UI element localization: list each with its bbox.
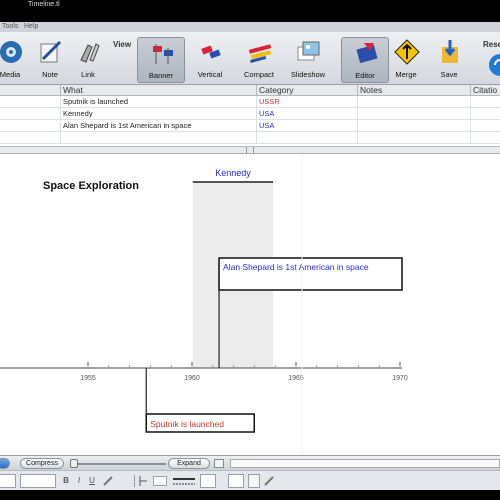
compact-icon <box>248 44 272 64</box>
shape-select[interactable] <box>200 474 216 488</box>
axis-tick-label: 1955 <box>80 375 96 382</box>
save-label: Save <box>440 70 458 79</box>
line-style-icon[interactable] <box>172 475 196 487</box>
window-titlebar: Timeline.tl <box>0 0 500 10</box>
slideshow-label: Slideshow <box>290 70 326 79</box>
compress-button[interactable]: Compress <box>20 458 64 469</box>
menu-bar: Tools Help <box>0 22 500 32</box>
row-what: Sputnik is launched <box>60 96 256 108</box>
save-button[interactable]: Save <box>425 37 473 83</box>
vertical-button[interactable]: Vertical <box>186 37 234 83</box>
row-notes <box>357 96 470 108</box>
font-size-select[interactable] <box>20 474 56 488</box>
scroll-right-icon[interactable] <box>214 459 224 468</box>
pen-icon[interactable] <box>264 476 274 486</box>
underline-button[interactable]: U <box>88 474 96 488</box>
row-citation <box>470 96 500 108</box>
vertical-icon <box>201 45 221 59</box>
row-what: Kennedy <box>60 108 256 120</box>
table-row-empty[interactable] <box>0 132 500 144</box>
zoom-bar: Compress Expand <box>0 455 500 470</box>
divider <box>134 475 135 487</box>
compact-label: Compact <box>243 70 274 79</box>
note-icon <box>40 40 62 63</box>
toolbar: Media Note Link View Banner Vertical Com… <box>0 32 500 85</box>
timeline-svg: Space Exploration Kennedy1955 1960 1965 197… <box>0 154 408 456</box>
upper-event-label: Alan Shepard is 1st American in space <box>223 262 369 272</box>
slideshow-button[interactable]: Slideshow <box>284 37 332 83</box>
axis-tick-label: 1970 <box>392 375 408 382</box>
row-category: USA <box>256 108 357 120</box>
column-header-what[interactable]: What <box>60 85 256 96</box>
banner-label: Banner <box>148 71 174 80</box>
vertical-label: Vertical <box>197 70 223 79</box>
row-citation <box>470 132 500 144</box>
merge-label: Merge <box>395 70 417 79</box>
window-title: Timeline.tl <box>28 1 60 8</box>
editor-icon <box>356 43 378 64</box>
pencil-icon[interactable] <box>103 476 113 486</box>
fill-icon[interactable] <box>248 474 260 488</box>
save-icon <box>442 40 458 63</box>
row-notes <box>357 108 470 120</box>
color-box[interactable] <box>228 474 244 488</box>
row-what: Alan Shepard is 1st American in space <box>60 120 256 132</box>
banner-button[interactable]: Banner <box>137 37 185 83</box>
italic-button[interactable]: I <box>75 474 83 488</box>
row-notes <box>357 132 470 144</box>
table-row[interactable]: Kennedy USA <box>0 108 500 120</box>
window-bottom-edge <box>0 490 500 500</box>
compact-button[interactable]: Compact <box>235 37 283 83</box>
timeline-canvas[interactable]: Space Exploration Kennedy 1955 1960 1965 197… <box>0 153 500 456</box>
row-citation <box>470 120 500 132</box>
border-style-box[interactable] <box>153 476 167 486</box>
reset-button[interactable] <box>478 37 500 83</box>
row-what <box>60 132 256 144</box>
zoom-slider-track[interactable] <box>70 463 166 465</box>
format-bar: B I U <box>0 470 500 490</box>
scroll-left-icon[interactable] <box>0 458 10 469</box>
font-select[interactable] <box>0 474 16 488</box>
row-category: USA <box>256 120 357 132</box>
view-section-label: View <box>113 40 132 49</box>
horizontal-scrollbar[interactable] <box>230 459 500 468</box>
column-header-notes[interactable]: Notes <box>357 85 470 96</box>
align-icon[interactable] <box>138 475 148 487</box>
merge-button[interactable]: Merge <box>382 37 430 83</box>
table-row[interactable]: Alan Shepard is 1st American in space US… <box>0 120 500 132</box>
row-category <box>256 132 357 144</box>
span-label[interactable]: Kennedy <box>215 168 251 178</box>
menu-item-help[interactable]: Help <box>24 22 38 32</box>
event-table: What Category Notes Citatio Sputnik is l… <box>0 85 500 153</box>
table-header: What Category Notes Citatio <box>0 85 500 96</box>
media-icon <box>0 41 22 63</box>
timeline-title: Space Exploration <box>43 180 139 192</box>
merge-icon <box>394 39 420 65</box>
reset-icon <box>489 54 500 76</box>
banner-icon <box>153 44 173 64</box>
link-icon <box>80 43 100 63</box>
link-label: Link <box>81 70 95 79</box>
menu-item-tools[interactable]: Tools <box>2 22 18 32</box>
row-notes <box>357 120 470 132</box>
column-header-citation[interactable]: Citatio <box>470 85 500 96</box>
bold-button[interactable]: B <box>62 474 70 488</box>
axis-tick-label: 1960 <box>184 375 200 382</box>
zoom-slider-handle[interactable] <box>70 459 78 468</box>
row-citation <box>470 108 500 120</box>
lower-event-label: Sputnik is launched <box>150 419 224 429</box>
table-row[interactable]: Sputnik is launched USSR <box>0 96 500 108</box>
table-resize-bar[interactable] <box>0 146 500 153</box>
expand-button[interactable]: Expand <box>168 458 210 469</box>
row-category: USSR <box>256 96 357 108</box>
column-header-category[interactable]: Category <box>256 85 357 96</box>
link-button[interactable]: Link <box>64 37 112 83</box>
slideshow-icon <box>297 41 320 61</box>
